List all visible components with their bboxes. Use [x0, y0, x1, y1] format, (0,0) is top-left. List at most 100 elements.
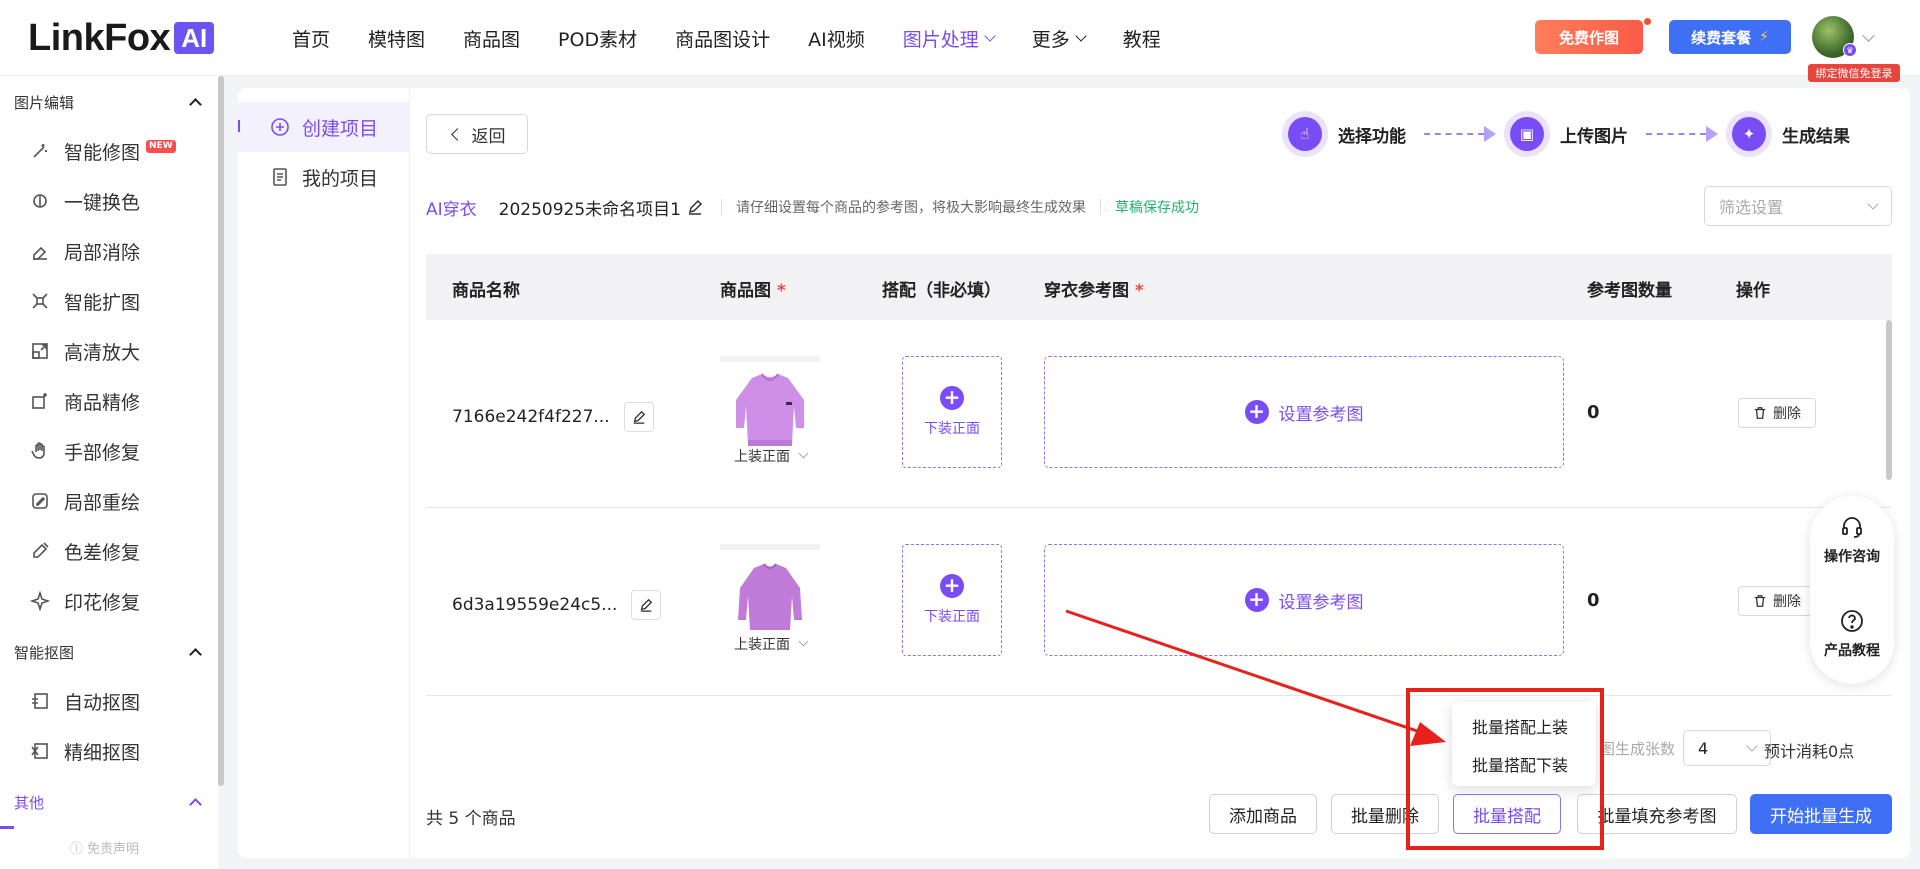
chevron-down-icon — [1867, 197, 1879, 210]
pencil-icon[interactable] — [687, 199, 703, 215]
set-reference-box[interactable]: + 设置参考图 — [1044, 356, 1564, 468]
tutorial-button[interactable]: 产品教程 — [1810, 608, 1894, 660]
chevron-up-icon — [189, 798, 202, 811]
menu-home[interactable]: 首页 — [292, 25, 330, 52]
product-total: 共 5 个商品 — [426, 809, 516, 829]
menu-model[interactable]: 模特图 — [368, 25, 425, 52]
add-product-button[interactable]: 添加商品 — [1209, 794, 1317, 834]
image-type-label: 上装正面 — [734, 637, 790, 653]
step-result-icon: ✦ — [1726, 111, 1772, 157]
magic-wand-icon — [30, 141, 50, 161]
hint-text: 请仔细设置每个商品的参考图，将极大影响最终生成效果 — [736, 200, 1086, 216]
free-draw-button[interactable]: 免费作图 — [1535, 20, 1643, 54]
col-name: 商品名称 — [452, 281, 520, 301]
menu-tutorial[interactable]: 教程 — [1123, 25, 1161, 52]
back-button[interactable]: 返回 — [426, 114, 528, 154]
sidebar-item-auto-cutout[interactable]: 自动抠图 — [30, 686, 140, 716]
sidebar-item-smart-retouch[interactable]: 智能修图 NEW — [30, 136, 176, 166]
step-arrow — [1424, 126, 1496, 142]
step-arrow — [1646, 126, 1718, 142]
top-navbar: LinkFox AI 首页 模特图 商品图 POD素材 商品图设计 AI视频 图… — [0, 0, 1920, 82]
set-reference-box[interactable]: + 设置参考图 — [1044, 544, 1564, 656]
edit-name-button[interactable] — [623, 402, 654, 432]
sidebar-item-label: 精细抠图 — [64, 741, 141, 764]
logo[interactable]: LinkFox AI — [28, 17, 215, 59]
sidebar-active-indicator — [0, 826, 14, 829]
table-row: 6d3a19559e24c5... 上装正面 + 下装正面 + 设置参考图 0 … — [426, 508, 1892, 696]
col-match: 搭配（非必填） — [882, 281, 1001, 301]
plus-icon: + — [1244, 400, 1269, 424]
sidebar-group-label: 图片编辑 — [14, 94, 75, 112]
image-type-select[interactable]: 上装正面 — [730, 634, 811, 654]
sidebar-item-smart-expand[interactable]: 智能扩图 — [30, 286, 140, 316]
wechat-bind-tag[interactable]: 绑定微信免登录 — [1808, 64, 1900, 82]
sidebar-item-hand-fix[interactable]: 手部修复 — [30, 436, 140, 466]
menu-more[interactable]: 更多 — [1032, 25, 1087, 52]
menu-product[interactable]: 商品图 — [463, 25, 520, 52]
edit-name-button[interactable] — [631, 590, 662, 620]
sidebar-item-partial-erase[interactable]: 局部消除 — [30, 236, 140, 266]
image-type-select[interactable]: 上装正面 — [730, 446, 811, 466]
brush-icon — [30, 491, 50, 511]
sidebar-item-inpaint[interactable]: 局部重绘 — [30, 486, 140, 516]
filter-select[interactable]: 筛选设置 — [1704, 186, 1892, 226]
col-count: 参考图数量 — [1587, 281, 1672, 301]
divider — [1100, 199, 1101, 215]
notification-dot — [1644, 18, 1651, 25]
sidebar-item-label: 色差修复 — [64, 541, 141, 564]
sidebar-group-image-edit[interactable]: 图片编辑 — [14, 92, 202, 113]
step-label: 上传图片 — [1560, 126, 1628, 147]
table-scrollbar[interactable] — [1886, 320, 1892, 480]
gen-count-select[interactable]: 4 — [1683, 730, 1772, 766]
delete-button[interactable]: 删除 — [1738, 398, 1816, 428]
match-label: 下装正面 — [924, 609, 980, 625]
set-reference-label: 设置参考图 — [1278, 404, 1364, 425]
match-label: 下装正面 — [924, 421, 980, 437]
reference-count: 0 — [1587, 402, 1600, 423]
menu-pod[interactable]: POD素材 — [558, 25, 637, 52]
disclaimer-link[interactable]: ⓘ 免责声明 — [70, 838, 139, 857]
chevron-down-icon — [798, 636, 809, 647]
chevron-left-icon — [450, 127, 464, 141]
table-header: 商品名称 商品图 * 搭配（非必填） 穿衣参考图 * 参考图数量 操作 — [426, 254, 1892, 320]
sidebar-item-print-fix[interactable]: 印花修复 — [30, 586, 140, 616]
back-label: 返回 — [471, 126, 506, 147]
sidebar-group-cutout[interactable]: 智能抠图 — [14, 642, 202, 663]
crown-icon: ♛ — [1843, 43, 1857, 57]
subnav-my-projects[interactable]: 我的项目 — [238, 152, 410, 202]
expand-icon — [30, 291, 50, 311]
match-upload-box[interactable]: + 下装正面 — [902, 544, 1002, 656]
sparkle-icon — [30, 591, 50, 611]
match-upload-box[interactable]: + 下装正面 — [902, 356, 1002, 468]
sidebar-item-label: 高清放大 — [64, 341, 141, 364]
sidebar-item-upscale[interactable]: 高清放大 — [30, 336, 140, 366]
fine-cutout-icon — [30, 741, 50, 761]
sidebar-item-fine-cutout[interactable]: 精细抠图 — [30, 736, 140, 766]
chevron-down-icon[interactable] — [1862, 29, 1875, 42]
menu-image-processing[interactable]: 图片处理 — [903, 25, 996, 52]
chevron-down-icon — [1746, 739, 1758, 752]
divider — [721, 199, 722, 215]
help-circle-icon — [1841, 610, 1863, 632]
pencil-icon — [633, 410, 645, 424]
delete-button[interactable]: 删除 — [1738, 586, 1816, 616]
sidebar-scrollbar[interactable] — [218, 76, 224, 786]
consult-button[interactable]: 操作咨询 — [1810, 514, 1894, 566]
sidebar-item-product-refine[interactable]: 商品精修 — [30, 386, 140, 416]
document-icon — [270, 167, 290, 187]
sidebar-group-other[interactable]: 其他 — [14, 792, 202, 813]
renew-plan-button[interactable]: 续费套餐 ⚡ — [1669, 20, 1791, 54]
bolt-icon: ⚡ — [1759, 29, 1769, 45]
sidebar-item-color-fix[interactable]: 色差修复 — [30, 536, 140, 566]
delete-label: 删除 — [1773, 406, 1801, 422]
table-row: 7166e242f4f227... 上装正面 + 下装正面 + 设置参考图 0 … — [426, 320, 1892, 508]
menu-video[interactable]: AI视频 — [808, 25, 865, 52]
start-batch-generate-button[interactable]: 开始批量生成 — [1750, 794, 1892, 834]
cutout-icon — [30, 691, 50, 711]
subnav-label: 我的项目 — [302, 167, 379, 190]
main-menu: 首页 模特图 商品图 POD素材 商品图设计 AI视频 图片处理 更多 教程 — [292, 0, 1199, 76]
sidebar-item-color-swap[interactable]: 一键换色 — [30, 186, 140, 216]
subnav-create-project[interactable]: 创建项目 — [238, 102, 410, 152]
trash-icon — [1754, 595, 1766, 607]
menu-design[interactable]: 商品图设计 — [675, 25, 770, 52]
